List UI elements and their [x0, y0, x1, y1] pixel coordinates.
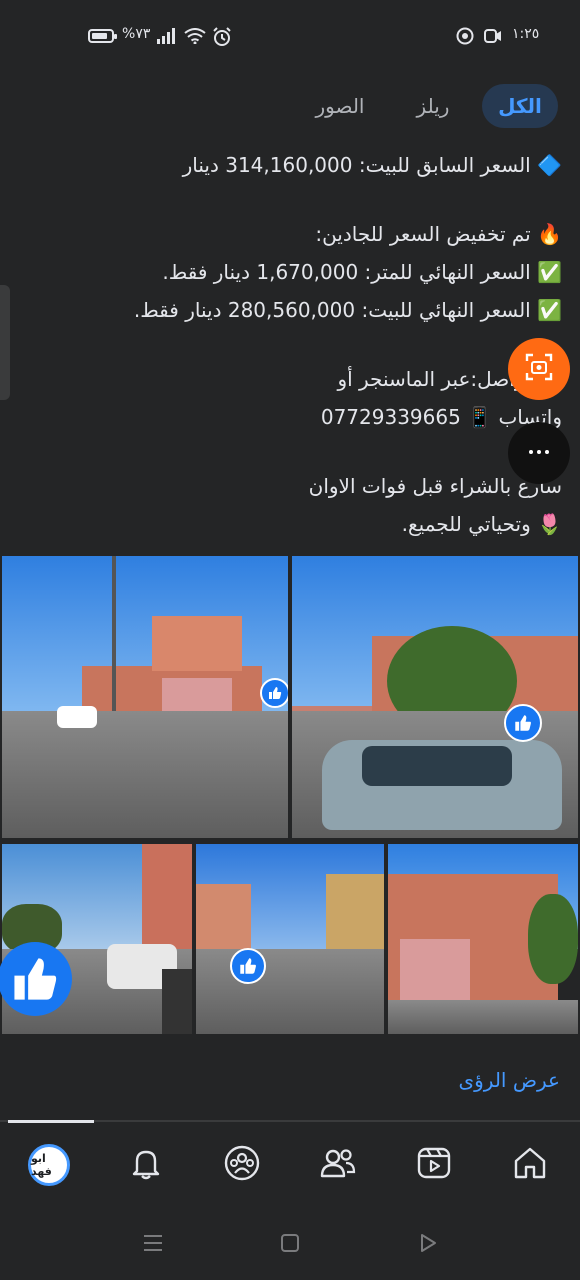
post-line: 📞 تواصل:عبر الماسنجر أو — [337, 367, 562, 391]
groups-icon — [223, 1144, 261, 1186]
post-line: واتساب 📱 07729339665 — [320, 405, 562, 429]
bell-icon — [128, 1145, 164, 1185]
post-line: ✅ السعر النهائي للبيت: 280,560,000 دينار… — [133, 298, 562, 322]
nav-friends[interactable] — [313, 1140, 363, 1190]
recent-apps-button[interactable] — [138, 1230, 168, 1260]
square-icon — [279, 1232, 301, 1258]
battery-icon — [88, 29, 117, 43]
tab-photos[interactable]: الصور — [304, 84, 376, 128]
post-photo-1[interactable] — [2, 556, 288, 838]
signal-icon — [156, 28, 176, 44]
dots-icon — [526, 446, 552, 460]
like-icon — [504, 704, 542, 742]
floating-menu-button[interactable] — [508, 422, 570, 484]
video-icon — [415, 1144, 453, 1186]
alarm-icon — [212, 27, 232, 47]
post-line: 🔥 تم تخفيض السعر للجادين: — [315, 222, 562, 246]
post-text: 🔷 السعر السابق للبيت: 314,160,000 دينار … — [20, 146, 562, 543]
screenshot-icon — [524, 352, 554, 386]
status-time: ١:٢٥ — [512, 26, 540, 42]
camera-status-icon — [456, 27, 474, 45]
see-insights-link[interactable]: عرض الرؤى — [440, 1068, 560, 1092]
tab-reels[interactable]: ريلز — [404, 84, 462, 128]
nav-home[interactable] — [505, 1140, 555, 1190]
post-photo-5[interactable] — [388, 844, 578, 1034]
post-line-blank — [20, 436, 562, 467]
like-icon — [230, 948, 266, 984]
nav-video[interactable] — [409, 1140, 459, 1190]
like-icon — [260, 678, 288, 708]
post-line: ✅ السعر النهائي للمتر: 1,670,000 دينار ف… — [162, 260, 562, 284]
home-button[interactable] — [275, 1230, 305, 1260]
avatar: ابو فهد — [28, 1144, 70, 1186]
menu-icon — [142, 1233, 164, 1257]
nav-notifications[interactable] — [121, 1140, 171, 1190]
post-photo-2[interactable] — [292, 556, 578, 838]
post-line: 🔷 السعر السابق للبيت: 314,160,000 دينار — [182, 153, 562, 177]
like-reaction-icon — [0, 942, 72, 1016]
post-photo-4[interactable] — [196, 844, 384, 1034]
nav-groups[interactable] — [217, 1140, 267, 1190]
active-tab-indicator — [8, 1120, 94, 1123]
back-button[interactable] — [412, 1230, 442, 1260]
home-icon — [511, 1144, 549, 1186]
post-line: 🌷 وتحياتي للجميع. — [401, 512, 562, 536]
post-line-blank — [20, 184, 562, 215]
post-line-blank — [20, 329, 562, 360]
nav-profile[interactable]: ابو فهد — [24, 1140, 74, 1190]
tab-all[interactable]: الكل — [482, 84, 558, 128]
post-line: سارع بالشراء قبل فوات الاوان — [308, 474, 562, 498]
screen-record-icon — [484, 28, 502, 44]
friends-icon — [319, 1144, 357, 1186]
battery-percent: %٧٣ — [122, 26, 151, 42]
wifi-icon — [184, 28, 206, 45]
edge-panel-handle[interactable] — [0, 285, 10, 400]
screenshot-button[interactable] — [508, 338, 570, 400]
back-triangle-icon — [416, 1232, 438, 1258]
